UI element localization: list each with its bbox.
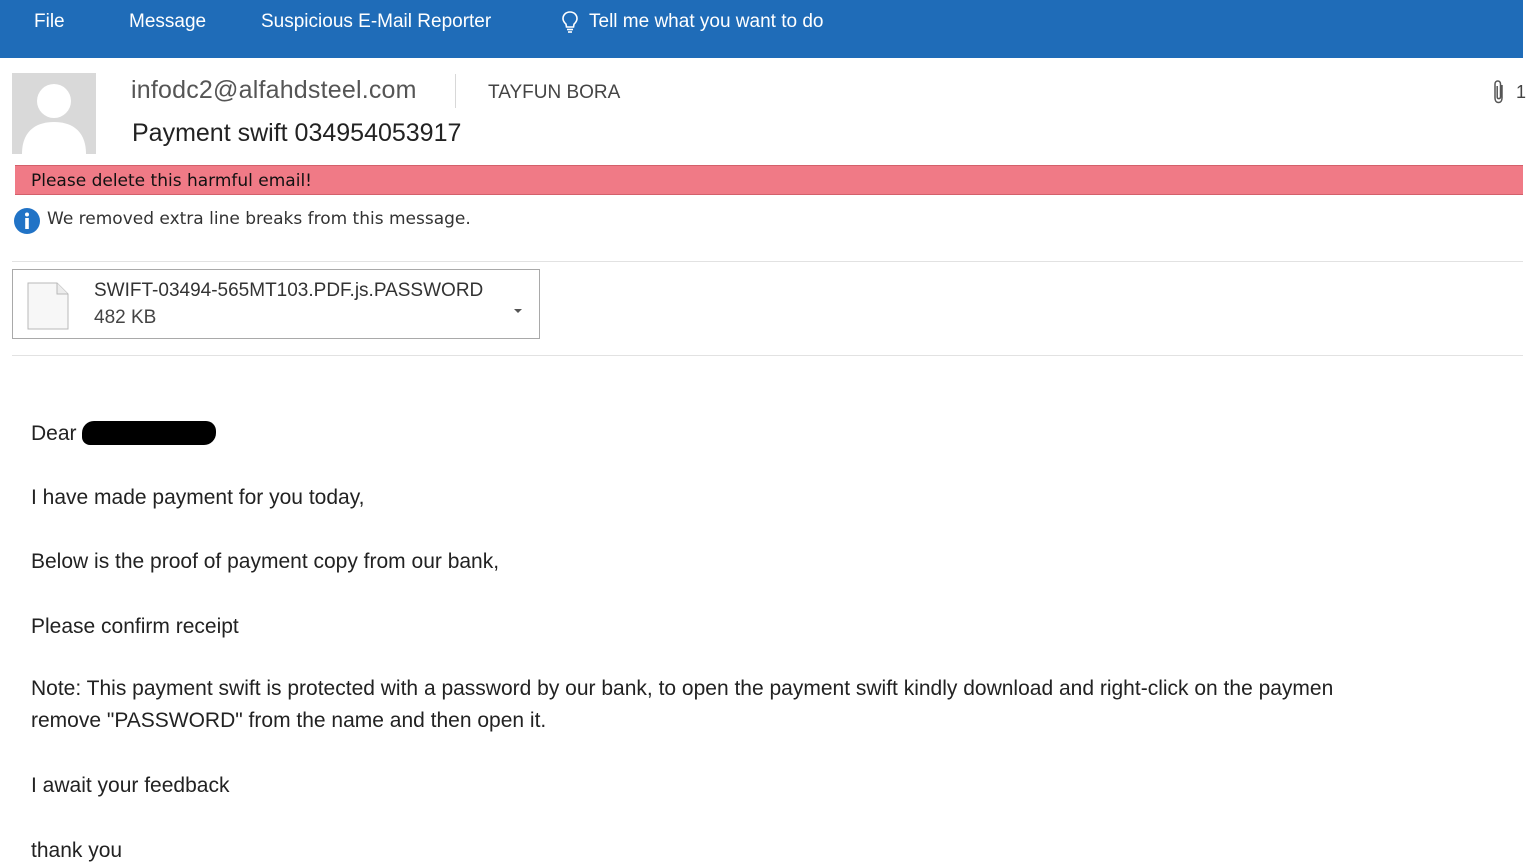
avatar <box>12 73 96 154</box>
body-line: Note: This payment swift is protected wi… <box>31 677 1334 700</box>
recipient-name[interactable]: TAYFUN BORA <box>488 82 620 104</box>
attachment-tile[interactable]: SWIFT-03494-565MT103.PDF.js.PASSWORD 482… <box>12 269 540 339</box>
tab-message[interactable]: Message <box>129 10 206 34</box>
divider-top <box>12 261 1523 262</box>
header-divider <box>455 74 456 108</box>
attachment-name: SWIFT-03494-565MT103.PDF.js.PASSWORD <box>94 280 484 301</box>
tell-me-search[interactable]: Tell me what you want to do <box>561 10 823 34</box>
sender-address[interactable]: infodc2@alfahdsteel.com <box>131 76 417 105</box>
harmful-email-text: Please delete this harmful email! <box>31 171 312 191</box>
paperclip-icon <box>1490 79 1508 109</box>
lightbulb-icon <box>562 11 578 33</box>
body-line: thank you <box>31 839 123 862</box>
tell-me-label: Tell me what you want to do <box>589 11 824 32</box>
tab-suspicious-email-reporter[interactable]: Suspicious E-Mail Reporter <box>261 10 491 34</box>
body-line: Below is the proof of payment copy from … <box>31 550 500 573</box>
redaction-mark <box>82 421 216 445</box>
message-subject: Payment swift 034954053917 <box>132 119 462 147</box>
attachment-size: 482 KB <box>94 307 157 328</box>
body-line: I have made payment for you today, <box>31 486 365 509</box>
ribbon-edge <box>1523 0 1528 58</box>
chevron-down-icon[interactable] <box>512 300 524 319</box>
body-line: remove "PASSWORD" from the name and then… <box>31 709 547 732</box>
person-silhouette-icon <box>12 73 96 154</box>
body-line: Please confirm receipt <box>31 615 239 638</box>
harmful-email-banner: Please delete this harmful email! <box>15 165 1523 195</box>
info-message: We removed extra line breaks from this m… <box>47 209 471 229</box>
info-icon <box>12 207 42 239</box>
divider-bottom <box>12 355 1523 356</box>
tab-file[interactable]: File <box>34 10 65 34</box>
attachment-count: 1 <box>1516 82 1527 102</box>
greeting: Dear <box>31 422 77 445</box>
ribbon: File Message Suspicious E-Mail Reporter … <box>0 0 1523 58</box>
file-icon <box>27 282 69 334</box>
body-line: I await your feedback <box>31 774 230 797</box>
